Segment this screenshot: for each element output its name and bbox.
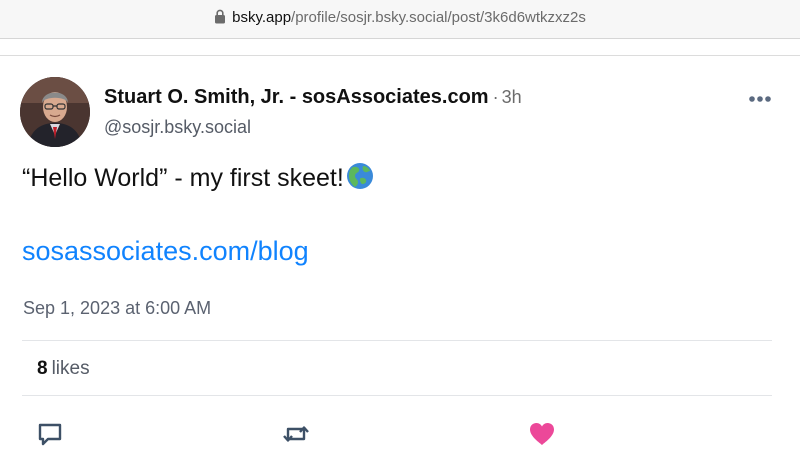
post-card: Stuart O. Smith, Jr. - sosAssociates.com… (0, 56, 800, 473)
heart-filled-icon (530, 423, 554, 445)
url-domain: bsky.app (232, 9, 292, 26)
reply-button[interactable] (36, 420, 64, 453)
url-display[interactable]: bsky.app/profile/sosjr.bsky.social/post/… (0, 9, 800, 26)
post-time-ago[interactable]: 3h (502, 87, 522, 107)
post-link[interactable]: sosassociates.com/blog (22, 236, 309, 267)
likes-count: 8 (37, 358, 48, 379)
divider (22, 340, 772, 341)
post-text-content: “Hello World” - my first skeet! (22, 164, 344, 192)
more-options-button[interactable] (744, 90, 778, 108)
url-path: /profile/sosjr.bsky.social/post/3k6d6wtk… (291, 9, 586, 26)
likes-label: likes (51, 358, 90, 379)
post-timestamp: Sep 1, 2023 at 6:00 AM (23, 298, 212, 318)
repost-button[interactable] (280, 420, 312, 453)
browser-url-bar[interactable]: bsky.app/profile/sosjr.bsky.social/post/… (0, 0, 800, 39)
author-name[interactable]: Stuart O. Smith, Jr. - sosAssociates.com (104, 86, 489, 108)
divider (22, 395, 772, 396)
lock-icon (215, 9, 226, 24)
post-text: “Hello World” - my first skeet! (22, 162, 374, 193)
ellipsis-icon (749, 96, 771, 102)
like-button[interactable] (527, 420, 557, 453)
reply-icon (38, 423, 62, 446)
author-line: Stuart O. Smith, Jr. - sosAssociates.com… (104, 86, 522, 109)
globe-americas-icon (346, 163, 373, 189)
repost-icon (283, 426, 309, 442)
separator-dot: · (492, 87, 499, 107)
avatar[interactable] (20, 77, 90, 147)
avatar-photo (20, 77, 90, 147)
likes-summary[interactable]: 8 likes (37, 358, 90, 380)
header-separator (0, 39, 800, 56)
author-handle[interactable]: @sosjr.bsky.social (104, 117, 251, 138)
